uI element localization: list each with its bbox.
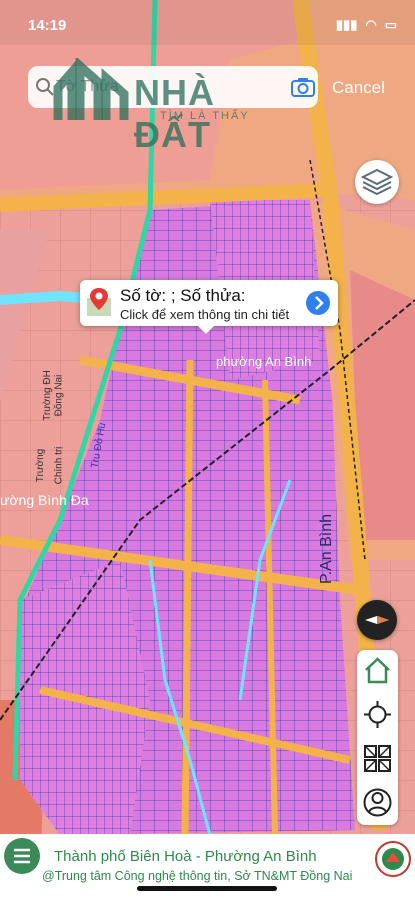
- street-label: P.An Bình: [317, 514, 335, 584]
- status-bar: 14:19 ▮▮▮ ◠ ▭: [0, 0, 415, 40]
- parcel-popup[interactable]: Số tờ: ; Số thửa: Click để xem thông tin…: [80, 280, 338, 334]
- search-input[interactable]: [56, 76, 256, 98]
- menu-icon: [14, 848, 30, 864]
- layers-icon: [360, 168, 394, 196]
- popup-title: Số tờ: ; Số thửa:: [120, 286, 246, 305]
- agency-logo-icon: [375, 841, 411, 877]
- map-tools: [357, 650, 398, 825]
- compass-button[interactable]: [357, 600, 397, 640]
- poi-label: Trường: [35, 448, 47, 483]
- poi-label: Trường ĐH: [41, 370, 53, 421]
- camera-icon[interactable]: [290, 74, 316, 100]
- battery-icon: ▭: [384, 17, 397, 32]
- status-time: 14:19: [28, 17, 67, 34]
- poi-label: Chính trị: [53, 446, 65, 485]
- parcel-grid-icon[interactable]: [361, 742, 394, 775]
- locate-icon[interactable]: [361, 698, 394, 731]
- cancel-button[interactable]: Cancel: [332, 78, 385, 98]
- wifi-icon: ◠: [365, 17, 377, 32]
- location-title: Thành phố Biên Hoà - Phường An Bình: [54, 848, 317, 865]
- popup-subtitle: Click để xem thông tin chi tiết: [120, 307, 290, 322]
- credit-text: @Trung tâm Công nghệ thông tin, Sở TN&MT…: [42, 869, 353, 883]
- layers-button[interactable]: [355, 160, 399, 204]
- user-icon[interactable]: [361, 786, 394, 819]
- search-icon: [36, 78, 54, 96]
- status-icons: ▮▮▮ ◠ ▭: [336, 17, 397, 33]
- home-icon[interactable]: [361, 654, 394, 687]
- map-app: 14:19 ▮▮▮ ◠ ▭ NHÀ ĐẤT TÌM LÀ THẤY Cancel: [0, 0, 415, 900]
- compass-icon: [365, 616, 389, 624]
- ward-label: phường An Bình: [216, 354, 312, 369]
- ward-label: ường Bình Đa: [0, 492, 89, 508]
- chevron-right-icon: [315, 296, 324, 310]
- search-bar[interactable]: [28, 66, 318, 108]
- poi-label: Đồng Nai: [53, 374, 65, 417]
- detail-button[interactable]: [306, 291, 330, 315]
- menu-button[interactable]: [4, 838, 40, 874]
- home-indicator[interactable]: [137, 886, 277, 891]
- signal-icon: ▮▮▮: [335, 17, 358, 32]
- map-pin-icon: [87, 288, 111, 316]
